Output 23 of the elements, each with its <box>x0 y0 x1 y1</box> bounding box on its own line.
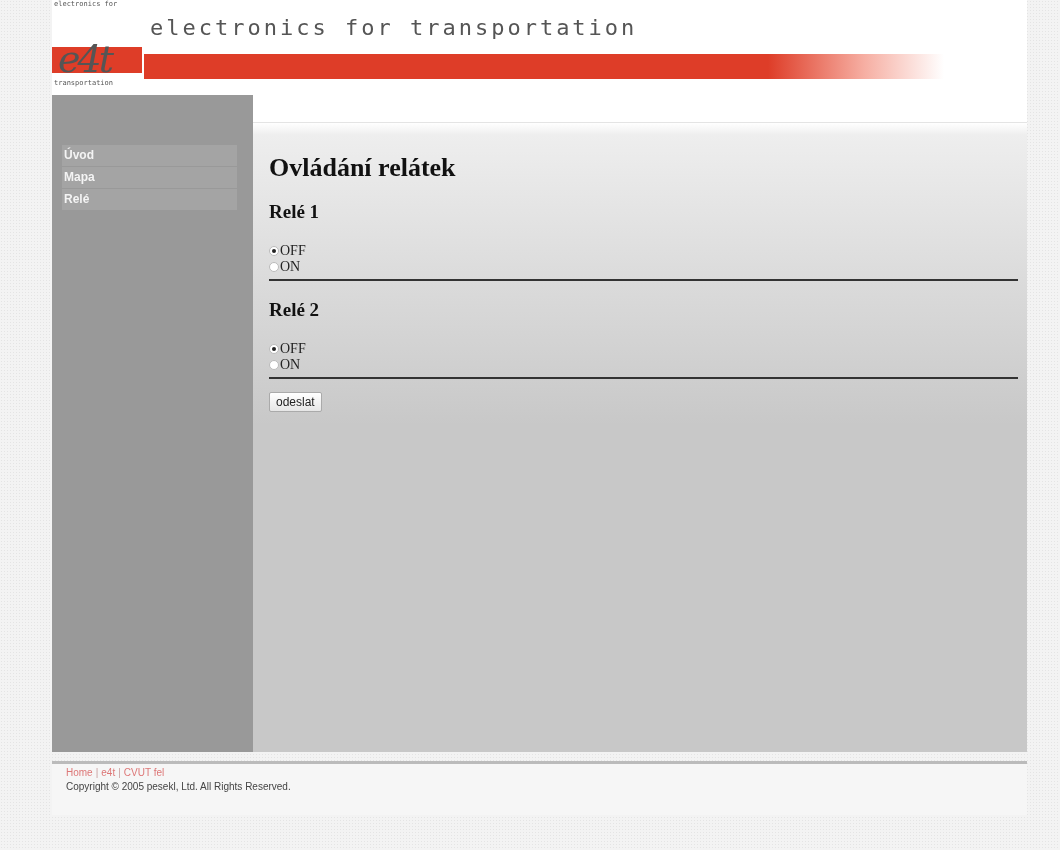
separator: | <box>95 767 99 778</box>
radio-button[interactable] <box>269 344 279 354</box>
radio-button[interactable] <box>269 262 279 272</box>
radio-label: OFF <box>280 341 306 357</box>
radio-button[interactable] <box>269 360 279 370</box>
footer-link[interactable]: CVUT fel <box>123 767 165 778</box>
submit-button[interactable]: odeslat <box>269 392 322 412</box>
footer-link[interactable]: Home <box>66 767 93 778</box>
logo-mark: e4t <box>58 39 111 79</box>
page-heading: Ovládání relátek <box>269 153 457 183</box>
sidebar-item[interactable]: Mapa <box>62 167 237 189</box>
radio-button[interactable] <box>269 246 279 256</box>
radio-label: OFF <box>280 243 306 259</box>
separator: | <box>118 767 121 778</box>
relay-heading: Relé 1 <box>269 201 321 223</box>
footer-link[interactable]: e4t <box>101 767 116 778</box>
copyright: Copyright © 2005 pesekl, Ltd. All Rights Reserved. <box>66 781 292 792</box>
sidebar-item[interactable]: Relé <box>62 189 237 211</box>
radio-label: ON <box>280 357 301 373</box>
radio-label: ON <box>280 259 301 275</box>
sidebar-item[interactable]: Úvod <box>62 145 237 167</box>
site-title: electronics for transportation <box>150 14 639 41</box>
relay-heading: Relé 2 <box>269 299 321 321</box>
